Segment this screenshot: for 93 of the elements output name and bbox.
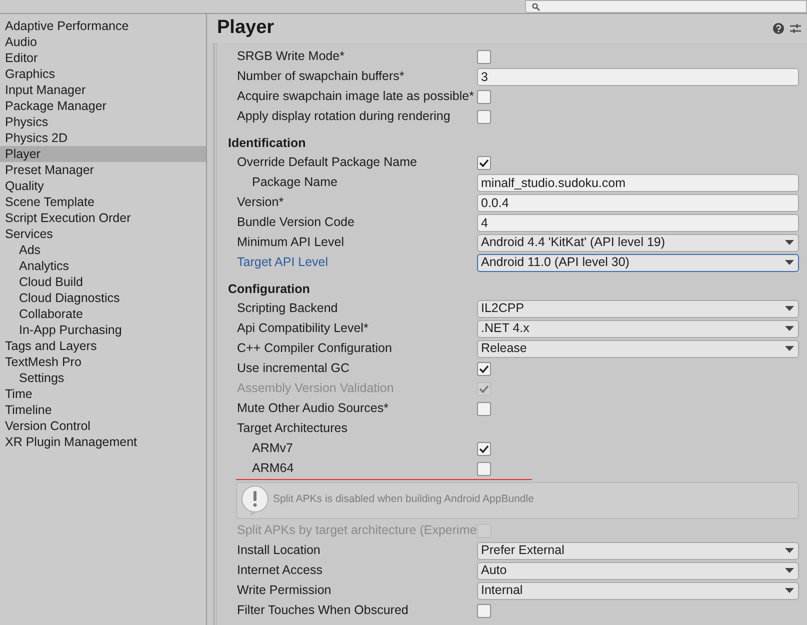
field-label: Version* <box>237 194 285 212</box>
sidebar-item[interactable]: Package Manager <box>0 98 206 114</box>
sidebar-item[interactable]: Quality <box>0 178 206 194</box>
field-label: Assembly Version Validation <box>237 380 395 398</box>
caret-icon <box>785 260 794 265</box>
sidebar-item[interactable]: Settings <box>0 370 206 386</box>
field-label: Scripting Backend <box>237 300 339 318</box>
field-label: Acquire swapchain image late as possible* <box>237 88 475 106</box>
field-label: C++ Compiler Configuration <box>237 340 393 358</box>
field-label: Number of swapchain buffers* <box>237 68 406 86</box>
checkbox[interactable] <box>477 362 491 376</box>
field-label: Apply display rotation during rendering <box>237 108 452 126</box>
field-label: ARM64 <box>252 460 295 478</box>
checkmark-icon <box>479 384 489 392</box>
checkbox[interactable] <box>477 402 491 416</box>
caret-icon <box>785 240 794 245</box>
sidebar-item[interactable]: Timeline <box>0 402 206 418</box>
sidebar-item[interactable]: Version Control <box>0 418 206 434</box>
dropdown[interactable]: Internal <box>477 582 799 600</box>
text-field[interactable]: minalf_studio.sudoku.com <box>477 174 799 192</box>
caret-icon <box>785 588 794 593</box>
field-label: Install Location <box>237 542 322 560</box>
sidebar-item[interactable]: Physics 2D <box>0 130 206 146</box>
dropdown[interactable]: Android 11.0 (API level 30) <box>477 254 799 272</box>
sidebar-item[interactable]: Time <box>0 386 206 402</box>
caret-icon <box>785 326 794 331</box>
field-label: SRGB Write Mode* <box>237 48 346 66</box>
sidebar-item[interactable]: TextMesh Pro <box>0 354 206 370</box>
field-label: Mute Other Audio Sources* <box>237 400 390 418</box>
section-header: Identification <box>227 134 307 152</box>
caret-icon <box>785 346 794 351</box>
text-field[interactable]: 3 <box>477 68 799 86</box>
checkbox[interactable] <box>477 110 491 124</box>
field-label: Package Name <box>252 174 338 192</box>
field-label: Override Default Package Name <box>237 154 418 172</box>
sidebar-item[interactable]: Scene Template <box>0 194 206 210</box>
caret-icon <box>785 306 794 311</box>
dropdown[interactable]: Android 4.4 'KitKat' (API level 19) <box>477 234 799 252</box>
section-header: Configuration <box>227 280 311 298</box>
sliders-icon[interactable] <box>790 22 801 34</box>
checkbox[interactable] <box>477 90 491 104</box>
checkbox[interactable] <box>477 50 491 64</box>
checkmark-icon <box>479 158 489 166</box>
search-icon <box>532 2 540 10</box>
sidebar-item[interactable]: Cloud Build <box>0 274 206 290</box>
help-icon[interactable] <box>773 22 784 34</box>
sidebar-item[interactable]: Cloud Diagnostics <box>0 290 206 306</box>
field-label: Write Permission <box>237 582 332 600</box>
sidebar-item[interactable]: Graphics <box>0 66 206 82</box>
field-label: Bundle Version Code <box>237 214 356 232</box>
panel-title: Player <box>217 16 274 40</box>
field-label: Target Architectures <box>237 420 348 438</box>
dropdown[interactable]: .NET 4.x <box>477 320 799 338</box>
text-field[interactable]: 0.0.4 <box>477 194 799 212</box>
caret-icon <box>785 568 794 573</box>
sidebar-item[interactable]: Adaptive Performance <box>0 18 206 34</box>
caret-icon <box>785 548 794 553</box>
sidebar-item[interactable]: In-App Purchasing <box>0 322 206 338</box>
sidebar-item[interactable]: Ads <box>0 242 206 258</box>
field-label: ARMv7 <box>252 440 294 458</box>
field-label: Target API Level <box>237 254 330 272</box>
sidebar-item[interactable]: Preset Manager <box>0 162 206 178</box>
dropdown[interactable]: Auto <box>477 562 799 580</box>
search-field[interactable] <box>525 0 807 13</box>
field-label: Filter Touches When Obscured <box>237 602 410 620</box>
sidebar-item[interactable]: Services <box>0 226 206 242</box>
field-label: Internet Access <box>237 562 324 580</box>
text-field[interactable]: 4 <box>477 214 799 232</box>
field-label: Api Compatibility Level* <box>237 320 370 338</box>
checkmark-icon <box>479 364 489 372</box>
field-label: Use incremental GC <box>237 360 351 378</box>
dropdown[interactable]: IL2CPP <box>477 300 799 318</box>
sidebar-item[interactable]: Editor <box>0 50 206 66</box>
sidebar-item[interactable]: Physics <box>0 114 206 130</box>
checkmark-icon <box>479 444 489 452</box>
checkbox[interactable] <box>477 156 491 170</box>
checkbox[interactable] <box>477 442 491 456</box>
exclamation-bubble-icon <box>240 484 270 516</box>
sidebar-item[interactable]: Player <box>0 146 206 162</box>
field-label: Split APKs by target architecture (Experime <box>237 522 477 540</box>
sidebar-item[interactable]: Input Manager <box>0 82 206 98</box>
checkbox[interactable] <box>477 462 491 476</box>
sidebar-item[interactable]: Audio <box>0 34 206 50</box>
dropdown[interactable]: Prefer External <box>477 542 799 560</box>
sidebar-item[interactable]: Tags and Layers <box>0 338 206 354</box>
help-message: Split APKs is disabled when building Android AppBundle <box>273 492 534 508</box>
checkbox[interactable] <box>477 604 491 618</box>
field-label: Minimum API Level <box>237 234 345 252</box>
sidebar-item[interactable]: Script Execution Order <box>0 210 206 226</box>
sidebar-item[interactable]: Analytics <box>0 258 206 274</box>
sidebar-item[interactable]: XR Plugin Management <box>0 434 206 450</box>
sidebar-item[interactable]: Collaborate <box>0 306 206 322</box>
dropdown[interactable]: Release <box>477 340 799 358</box>
